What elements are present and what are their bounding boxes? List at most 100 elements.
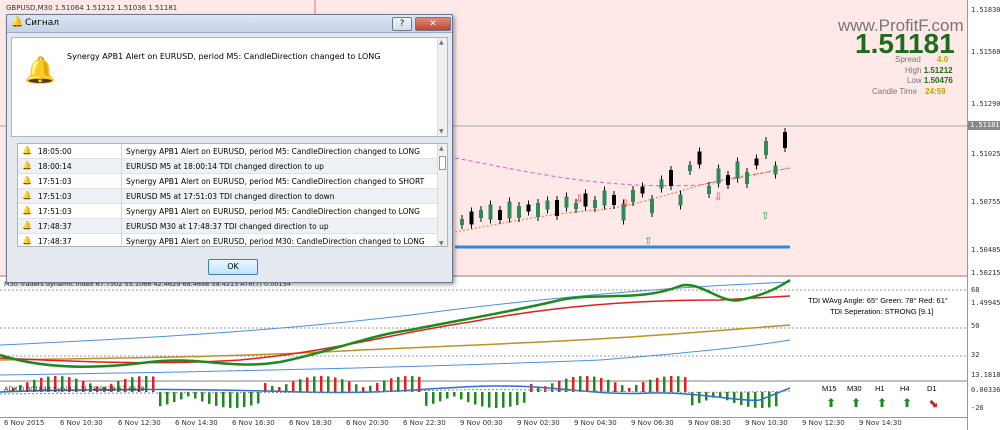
tf-label-m15: M15 bbox=[822, 384, 837, 393]
time-tick: 9 Nov 06:30 bbox=[631, 419, 674, 427]
candle-body bbox=[716, 168, 721, 184]
histogram-bar bbox=[201, 392, 204, 402]
histogram-bar bbox=[313, 376, 316, 392]
log-row[interactable]: 🔔 17:51:03 Synergy APB1 Alert on EURUSD,… bbox=[18, 174, 439, 189]
ok-button[interactable]: OK bbox=[208, 259, 258, 275]
histogram-bar bbox=[579, 376, 582, 392]
log-time: 17:48:37 bbox=[38, 222, 72, 231]
bell-icon: 🔔 bbox=[22, 236, 32, 245]
histogram-bar bbox=[383, 380, 386, 392]
candle-body bbox=[612, 195, 616, 205]
scroll-down-icon[interactable]: ▼ bbox=[439, 240, 444, 246]
log-scrollbar[interactable]: ▲ ▼ bbox=[437, 144, 447, 246]
dialog-title: Сигнал bbox=[25, 18, 60, 28]
candle-body bbox=[479, 210, 483, 218]
histogram-bar bbox=[334, 377, 337, 392]
close-button[interactable]: ✕ bbox=[415, 17, 451, 31]
info-candle-time: Candle Time 24:59 bbox=[872, 87, 946, 96]
candle-body bbox=[707, 186, 711, 194]
tdi-scale-tick: 50 bbox=[971, 322, 980, 330]
scroll-up-icon[interactable]: ▲ bbox=[439, 39, 444, 46]
histogram-bar bbox=[425, 392, 428, 406]
price-tick: 1.50215 bbox=[971, 269, 1000, 277]
log-row[interactable]: 🔔 17:51:03 Synergy APB1 Alert on EURUSD,… bbox=[18, 204, 439, 219]
histogram-bar bbox=[376, 382, 379, 392]
histogram-bar bbox=[355, 384, 358, 392]
tdi-scale-tick: 13.1818 bbox=[971, 371, 1000, 379]
histogram-bar bbox=[215, 392, 218, 406]
time-tick: 9 Nov 12:30 bbox=[802, 419, 845, 427]
help-button[interactable]: ? bbox=[392, 17, 412, 31]
histogram-bar bbox=[663, 376, 666, 392]
bell-icon: 🔔 bbox=[22, 146, 32, 155]
candle-body bbox=[469, 211, 474, 225]
histogram-bar bbox=[656, 377, 659, 392]
bell-icon: 🔔 bbox=[11, 17, 24, 28]
histogram-bar bbox=[523, 392, 526, 403]
time-tick: 9 Nov 02:30 bbox=[517, 419, 560, 427]
bell-icon: 🔔 bbox=[22, 191, 32, 200]
histogram-bar bbox=[684, 377, 687, 392]
info-high-key: High bbox=[905, 66, 922, 75]
log-row[interactable]: 🔔 18:00:14 EURUSD M5 at 18:00:14 TDI cha… bbox=[18, 159, 439, 174]
dialog-titlebar[interactable]: 🔔 Сигнал ? ✕ bbox=[7, 15, 452, 33]
histogram-bar bbox=[467, 392, 470, 403]
price-tick: 1.51025 bbox=[971, 150, 1000, 158]
histogram-bar bbox=[173, 392, 176, 403]
histogram-bar bbox=[446, 392, 449, 399]
bell-icon: 🔔 bbox=[22, 221, 32, 230]
histogram-bar bbox=[670, 376, 673, 392]
histogram-bar bbox=[768, 392, 771, 408]
histogram-bar bbox=[166, 392, 169, 405]
histogram-bar bbox=[509, 392, 512, 407]
bell-icon: 🔔 bbox=[22, 176, 32, 185]
histogram-bar bbox=[740, 392, 743, 406]
time-tick: 9 Nov 00:30 bbox=[460, 419, 503, 427]
price-scale[interactable]: 1.51830 1.51560 1.51290 1.51025 1.50755 … bbox=[967, 0, 1000, 430]
log-row[interactable]: 🔔 18:05:00 Synergy APB1 Alert on EURUSD,… bbox=[18, 144, 439, 159]
adx-scale-tick: -26 bbox=[971, 404, 984, 412]
log-time: 17:51:03 bbox=[38, 207, 72, 216]
scroll-down-icon[interactable]: ▼ bbox=[439, 128, 444, 135]
log-row[interactable]: 🔔 17:48:37 Synergy APB1 Alert on EURUSD,… bbox=[18, 234, 439, 246]
candle-body bbox=[659, 179, 664, 189]
scroll-thumb[interactable] bbox=[439, 156, 446, 170]
histogram-bar bbox=[502, 392, 505, 408]
info-high-value: 1.51212 bbox=[923, 66, 953, 75]
info-spread: Spread 4.0 bbox=[895, 55, 948, 64]
histogram-bar bbox=[208, 392, 211, 404]
down-arrow-icon: ⇩ bbox=[575, 194, 583, 205]
bell-icon: 🔔 bbox=[22, 161, 32, 170]
info-low-value: 1.50476 bbox=[923, 76, 953, 85]
histogram-bar bbox=[327, 376, 330, 392]
time-tick: 9 Nov 10:30 bbox=[745, 419, 788, 427]
candle-body bbox=[564, 196, 569, 208]
histogram-bar bbox=[614, 382, 617, 392]
candle-body bbox=[602, 190, 607, 206]
message-scrollbar[interactable]: ▲ ▼ bbox=[437, 38, 447, 136]
alert-dialog[interactable]: 🔔 Сигнал ? ✕ 🔔 Synergy APB1 Alert on EUR… bbox=[6, 14, 453, 283]
candle-body bbox=[735, 161, 740, 179]
time-tick: 6 Nov 22:30 bbox=[403, 419, 446, 427]
log-row[interactable]: 🔔 17:51:03 EURUSD M5 at 17:51:03 TDI cha… bbox=[18, 189, 439, 204]
alert-log-list[interactable]: 🔔 18:05:00 Synergy APB1 Alert on EURUSD,… bbox=[17, 143, 448, 247]
log-row[interactable]: 🔔 17:48:37 EURUSD M30 at 17:48:37 TDI ch… bbox=[18, 219, 439, 234]
candle-body bbox=[783, 132, 787, 148]
tf-label-h4: H4 bbox=[900, 384, 910, 393]
time-tick: 6 Nov 12:30 bbox=[118, 419, 161, 427]
candle-body bbox=[507, 201, 512, 219]
info-candle-time-value: 24:59 bbox=[925, 87, 946, 96]
histogram-bar bbox=[341, 379, 344, 392]
time-scale[interactable]: 6 Nov 2015 6 Nov 10:30 6 Nov 12:30 6 Nov… bbox=[0, 417, 967, 430]
histogram-bar bbox=[733, 392, 736, 403]
candle-body bbox=[764, 141, 768, 155]
candle-body bbox=[754, 158, 759, 166]
adx-scale-tick: 0.003368 bbox=[971, 386, 1000, 394]
price-tick: 1.51290 bbox=[971, 100, 1000, 108]
scroll-up-icon[interactable]: ▲ bbox=[439, 145, 444, 152]
log-text: EURUSD M5 at 18:00:14 TDI changed direct… bbox=[126, 162, 324, 171]
current-price-marker: 1.51181 bbox=[968, 121, 1000, 130]
candle-body bbox=[517, 206, 521, 218]
candle-body bbox=[678, 194, 683, 206]
candle-body bbox=[650, 199, 654, 213]
